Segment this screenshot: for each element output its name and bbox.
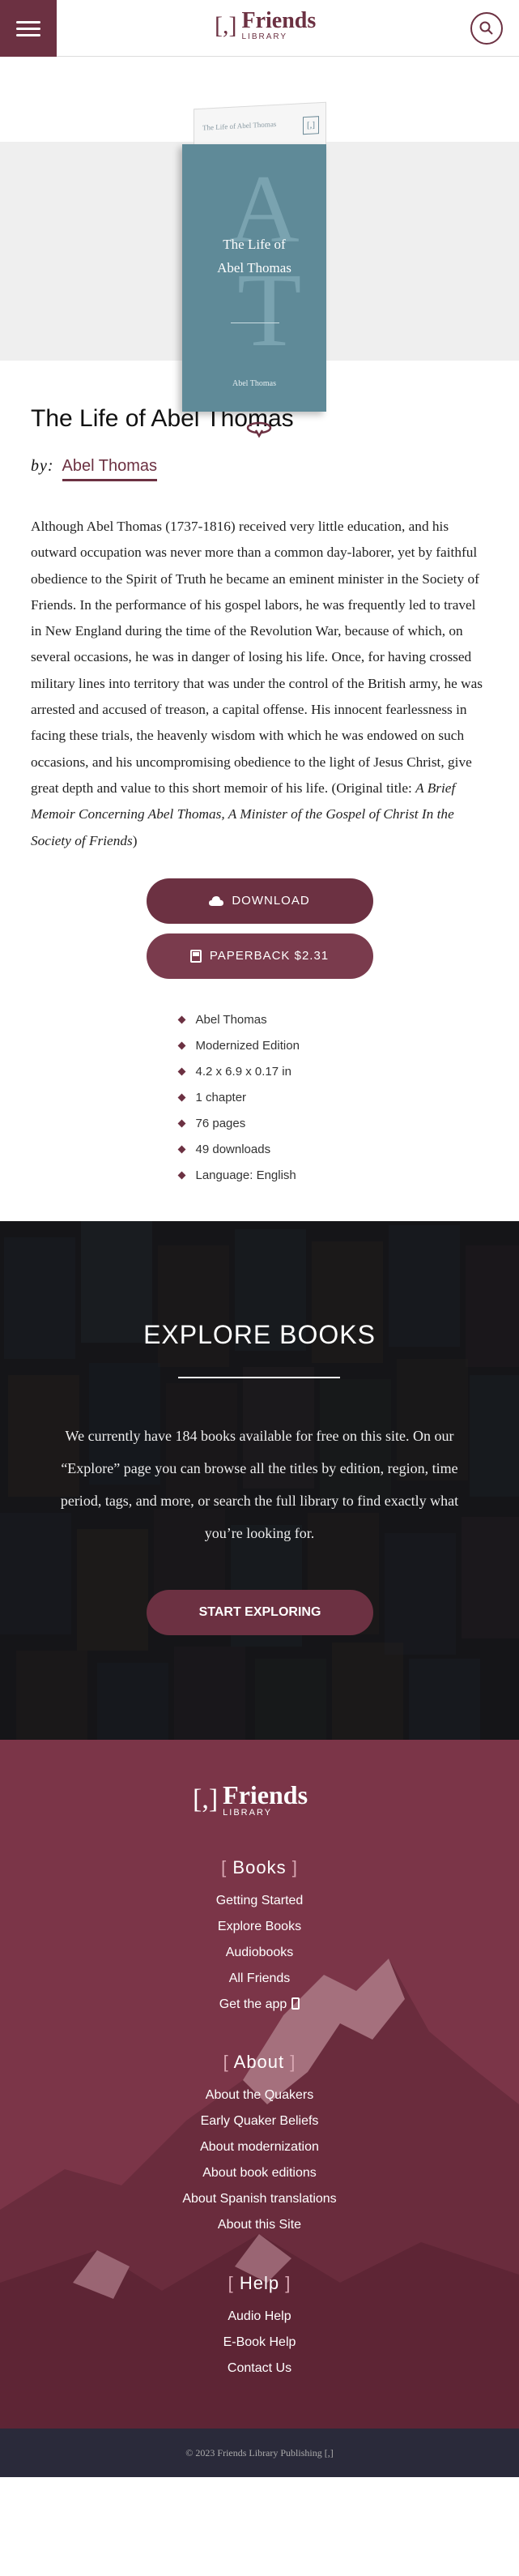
list-item: Language: English	[177, 1163, 341, 1189]
footer-about-section: [ About ] About the Quakers Early Quaker…	[0, 2052, 519, 2240]
list-item: Abel Thomas	[177, 1007, 341, 1033]
diamond-bullet-icon	[177, 1145, 185, 1154]
footer-link-explore-books[interactable]: Explore Books	[0, 1916, 519, 1942]
book-details: The Life of Abel Thomas by: Abel Thomas …	[0, 405, 519, 854]
list-item: 49 downloads	[177, 1137, 341, 1163]
site-footer: [,] Friends LIBRARY [ Books ] Getting St…	[0, 1739, 519, 2429]
phone-icon	[291, 1997, 300, 2010]
search-icon	[479, 21, 493, 35]
start-exploring-button[interactable]: START EXPLORING	[147, 1589, 373, 1635]
list-item: 1 chapter	[177, 1085, 341, 1111]
footer-logo[interactable]: [,] Friends LIBRARY	[193, 1782, 308, 1818]
footer-link-audiobooks[interactable]: Audiobooks	[0, 1942, 519, 1967]
diamond-bullet-icon	[177, 1093, 185, 1102]
footer-link-about-modernization[interactable]: About modernization	[0, 2136, 519, 2162]
site-header: [,] Friends LIBRARY	[0, 0, 519, 57]
explore-books-section: EXPLORE BOOKS We currently have 184 book…	[0, 1220, 519, 1740]
copyright-bar: © 2023 Friends Library Publishing [,]	[0, 2428, 519, 2477]
footer-link-getting-started[interactable]: Getting Started	[0, 1890, 519, 1916]
site-logo[interactable]: [,] Friends LIBRARY	[215, 10, 316, 41]
footer-link-early-quaker-beliefs[interactable]: Early Quaker Beliefs	[0, 2110, 519, 2136]
book-meta-list: Abel Thomas Modernized Edition 4.2 x 6.9…	[177, 1007, 341, 1189]
book-back-title: The Life of Abel Thomas	[202, 119, 277, 132]
book-cover-title: The Life of Abel Thomas	[217, 237, 291, 276]
explore-title: EXPLORE BOOKS	[143, 1319, 376, 1349]
explore-divider	[178, 1376, 340, 1378]
footer-link-about-spanish-translations[interactable]: About Spanish translations	[0, 2188, 519, 2214]
search-button[interactable]	[470, 12, 503, 45]
footer-link-about-book-editions[interactable]: About book editions	[0, 2162, 519, 2188]
list-item: 4.2 x 6.9 x 0.17 in	[177, 1059, 341, 1085]
footer-link-all-friends[interactable]: All Friends	[0, 1967, 519, 1993]
diamond-bullet-icon	[177, 1015, 185, 1024]
book-front-cover: A T The Life of Abel Thomas Abel Thomas	[182, 144, 326, 412]
explore-text: We currently have 184 books available fo…	[60, 1427, 459, 1541]
footer-books-section: [ Books ] Getting Started Explore Books …	[0, 1857, 519, 2019]
footer-link-about-quakers[interactable]: About the Quakers	[0, 2084, 519, 2110]
diamond-bullet-icon	[177, 1041, 185, 1050]
book-cover: The Life of Abel Thomas [,] A T The Life…	[182, 101, 326, 412]
book-description: Although Abel Thomas (1737-1816) receive…	[31, 519, 483, 848]
footer-link-get-the-app[interactable]: Get the app	[0, 1993, 519, 2019]
diamond-bullet-icon	[177, 1067, 185, 1076]
footer-help-heading: [ Help ]	[228, 2272, 291, 2293]
book-cover-author: Abel Thomas	[232, 379, 276, 388]
footer-books-heading: [ Books ]	[221, 1856, 298, 1878]
flip-book-icon[interactable]	[245, 420, 274, 439]
footer-link-contact-us[interactable]: Contact Us	[0, 2357, 519, 2383]
logo-sub-text: LIBRARY	[241, 32, 288, 41]
footer-link-about-this-site[interactable]: About this Site	[0, 2214, 519, 2240]
copyright-text: © 2023 Friends Library Publishing [,]	[0, 2428, 519, 2477]
footer-link-ebook-help[interactable]: E-Book Help	[0, 2331, 519, 2357]
paperback-button[interactable]: PAPERBACK $2.31	[146, 933, 373, 979]
book-cover-hero: The Life of Abel Thomas [,] A T The Life…	[0, 57, 519, 438]
byline: by: Abel Thomas	[31, 457, 488, 481]
logo-main-text: Friends	[241, 8, 317, 33]
footer-about-heading: [ About ]	[223, 2051, 296, 2072]
diamond-bullet-icon	[177, 1171, 185, 1180]
list-item: Modernized Edition	[177, 1033, 341, 1059]
hamburger-menu-icon	[16, 20, 40, 23]
book-back-logo-mark: [,]	[303, 116, 319, 135]
cloud-download-icon	[209, 895, 224, 906]
download-button[interactable]: DOWNLOAD	[146, 878, 373, 924]
footer-link-audio-help[interactable]: Audio Help	[0, 2305, 519, 2331]
footer-help-section: [ Help ] Audio Help E-Book Help Contact …	[0, 2273, 519, 2383]
hamburger-menu-button[interactable]	[0, 0, 57, 57]
book-icon	[189, 949, 202, 963]
list-item: 76 pages	[177, 1111, 341, 1137]
author-link[interactable]: Abel Thomas	[62, 457, 158, 481]
logo-mark: [,]	[215, 11, 237, 39]
by-label: by:	[31, 457, 54, 475]
diamond-bullet-icon	[177, 1119, 185, 1128]
